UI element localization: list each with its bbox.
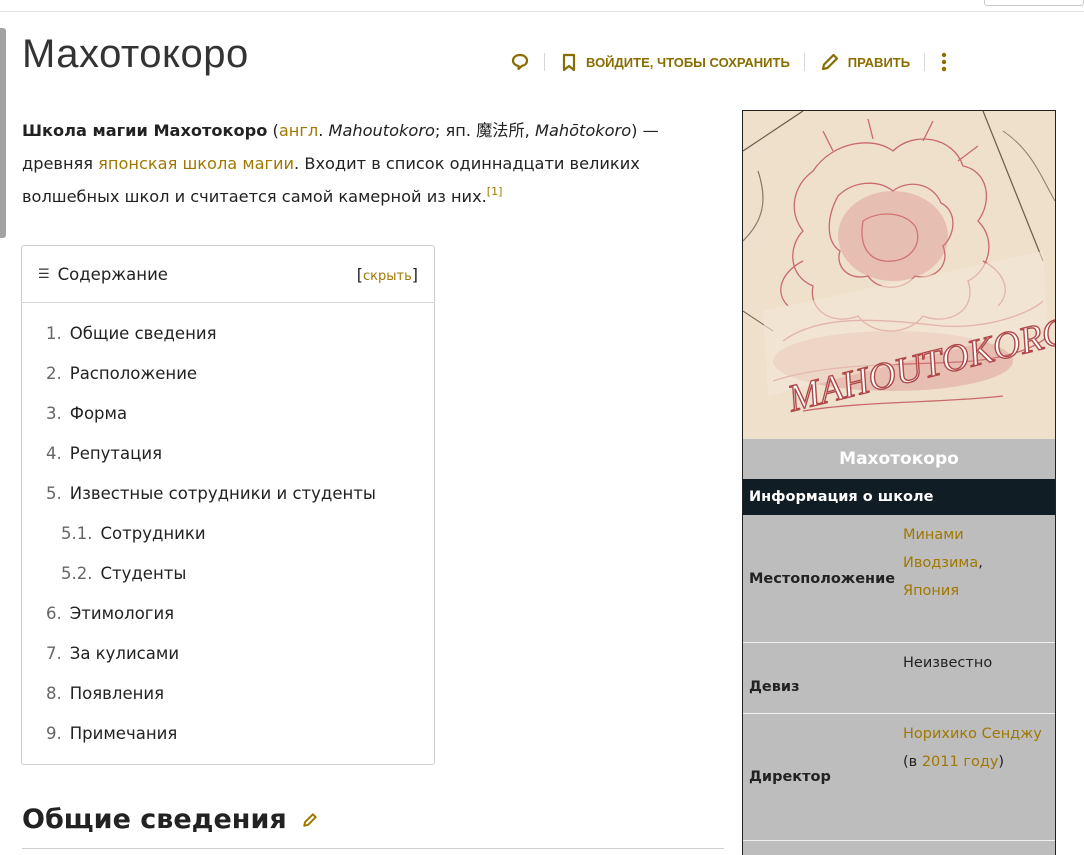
director-value: Норихико Сенджу (в 2011 году) [903,714,1055,840]
director-label: Директор [749,769,831,785]
toc-item-label: Этимология [69,603,175,623]
school-name-bold: Школа магии Махотокоро [22,121,268,140]
toc-item-label: Общие сведения [69,323,217,343]
edit-section-icon[interactable] [301,811,319,829]
toc-subitem[interactable]: 5.1. Сотрудники [22,513,434,553]
toc-item-label: Форма [69,403,128,423]
toc-item-label: Расположение [69,363,198,383]
infobox-row-director: Директор Норихико Сенджу (в 2011 году) [743,714,1055,841]
toc-item-number: 8. [46,683,62,703]
toc-list: 1. Общие сведения 2. Расположение 3. Форма … [22,303,434,753]
page-actions: ВОЙДИТЕ, ЧТОБЫ СОХРАНИТЬ ПРАВИТЬ [510,49,949,75]
kebab-icon [941,52,947,72]
toc-subitem[interactable]: 5.2. Студенты [22,553,434,593]
toc-item-label: Появления [69,683,165,703]
location-link-minami-iwojima[interactable]: Минами Иводзима [903,527,978,571]
motto-value: Неизвестно [903,655,993,671]
toc-item-label: Студенты [100,563,187,583]
toc-hide-link[interactable]: скрыть [363,269,412,284]
school-image: MAHOUTOKORO [743,111,1055,439]
infobox-row-motto: Девиз Неизвестно [743,643,1055,714]
section-heading: Общие сведения [22,804,319,835]
toc-item-number: 1. [46,323,62,343]
toc-item-number: 5.2. [61,563,93,583]
comment-icon [511,53,529,71]
toc-item[interactable]: 7. За кулисами [22,633,434,673]
action-separator [803,53,805,71]
lead-paragraph: Школа магии Махотокоро (англ. Mahoutokor… [22,114,722,213]
infobox: MAHOUTOKORO Махотокоро Информация о школ… [742,110,1056,855]
toc-item-number: 4. [46,443,62,463]
toc-item[interactable]: 2. Расположение [22,353,434,393]
reference-link[interactable]: [1] [487,185,503,198]
location-link-japan[interactable]: Япония [903,583,959,599]
comments-button[interactable] [510,52,530,72]
page-title: Махотокоро [22,32,249,76]
toc-header: ☰ Содержание [скрыть] [22,246,434,303]
save-button[interactable]: ВОЙДИТЕ, ЧТОБЫ СОХРАНИТЬ [559,52,790,72]
director-year-link[interactable]: 2011 году [922,754,999,770]
toc-item-label: Примечания [69,723,178,743]
director-link[interactable]: Норихико Сенджу [903,726,1042,742]
list-icon: ☰ [38,266,50,282]
toc-item-number: 5.1. [61,523,93,543]
top-right-control[interactable] [984,0,1084,6]
toc-item-number: 9. [46,723,62,743]
toc-item[interactable]: 4. Репутация [22,433,434,473]
infobox-caption: Махотокоро [743,439,1055,479]
location-comma: , [978,555,983,571]
toc-item-number: 5. [46,483,62,503]
toc-bracket: ] [411,264,418,284]
toc-toggle: [скрыть] [357,265,418,284]
motto-label: Девиз [749,679,800,695]
toc-item-label: За кулисами [69,643,180,663]
top-bar [0,0,1084,12]
bookmark-icon [562,53,576,72]
section-divider [22,848,724,849]
section-heading-text: Общие сведения [22,804,287,835]
lead-text: . [318,121,329,140]
toc-item-number: 7. [46,643,62,663]
toc-item-number: 2. [46,363,62,383]
toc-item[interactable]: 8. Появления [22,673,434,713]
action-separator [544,53,545,71]
lead-text: ( [267,121,279,140]
lead-text: ; яп. 魔法所, [434,121,535,140]
pencil-icon [821,53,838,71]
toc-item[interactable]: 5. Известные сотрудники и студенты [22,473,434,513]
left-edge-strip [0,28,6,238]
toc-title: Содержание [57,264,168,284]
toc-item-number: 3. [46,403,62,423]
edit-button[interactable]: ПРАВИТЬ [819,51,910,73]
edit-label: ПРАВИТЬ [847,54,911,70]
more-options-button[interactable] [939,51,949,73]
infobox-row-location: Местоположение Минами Иводзима, Япония [743,515,1055,643]
toc-item[interactable]: 9. Примечания [22,713,434,753]
link-japanese-school[interactable]: японская школа магии [98,154,294,173]
toc-item-number: 6. [46,603,62,623]
director-text: (в [903,754,922,770]
table-of-contents: ☰ Содержание [скрыть] 1. Общие сведения 2… [21,245,435,765]
toc-item[interactable]: 3. Форма [22,393,434,433]
link-engl[interactable]: англ [279,121,318,140]
location-label: Местоположение [749,570,896,587]
toc-item[interactable]: 6. Этимология [22,593,434,633]
toc-item-label: Сотрудники [100,523,206,543]
toc-item-label: Репутация [69,443,163,463]
japanese-romaji: Mahōtokoro [534,121,632,140]
toc-item-label: Известные сотрудники и студенты [69,483,376,503]
infobox-section-header: Информация о школе [743,479,1055,515]
save-label: ВОЙДИТЕ, ЧТОБЫ СОХРАНИТЬ [586,54,790,70]
location-value: Минами Иводзима, Япония [903,515,1055,642]
mahoutokoro-map-illustration: MAHOUTOKORO [743,111,1055,439]
action-separator [924,53,926,71]
director-text: ) [998,754,1005,770]
english-name: Mahoutokoro [328,121,435,140]
toc-item[interactable]: 1. Общие сведения [22,313,434,353]
